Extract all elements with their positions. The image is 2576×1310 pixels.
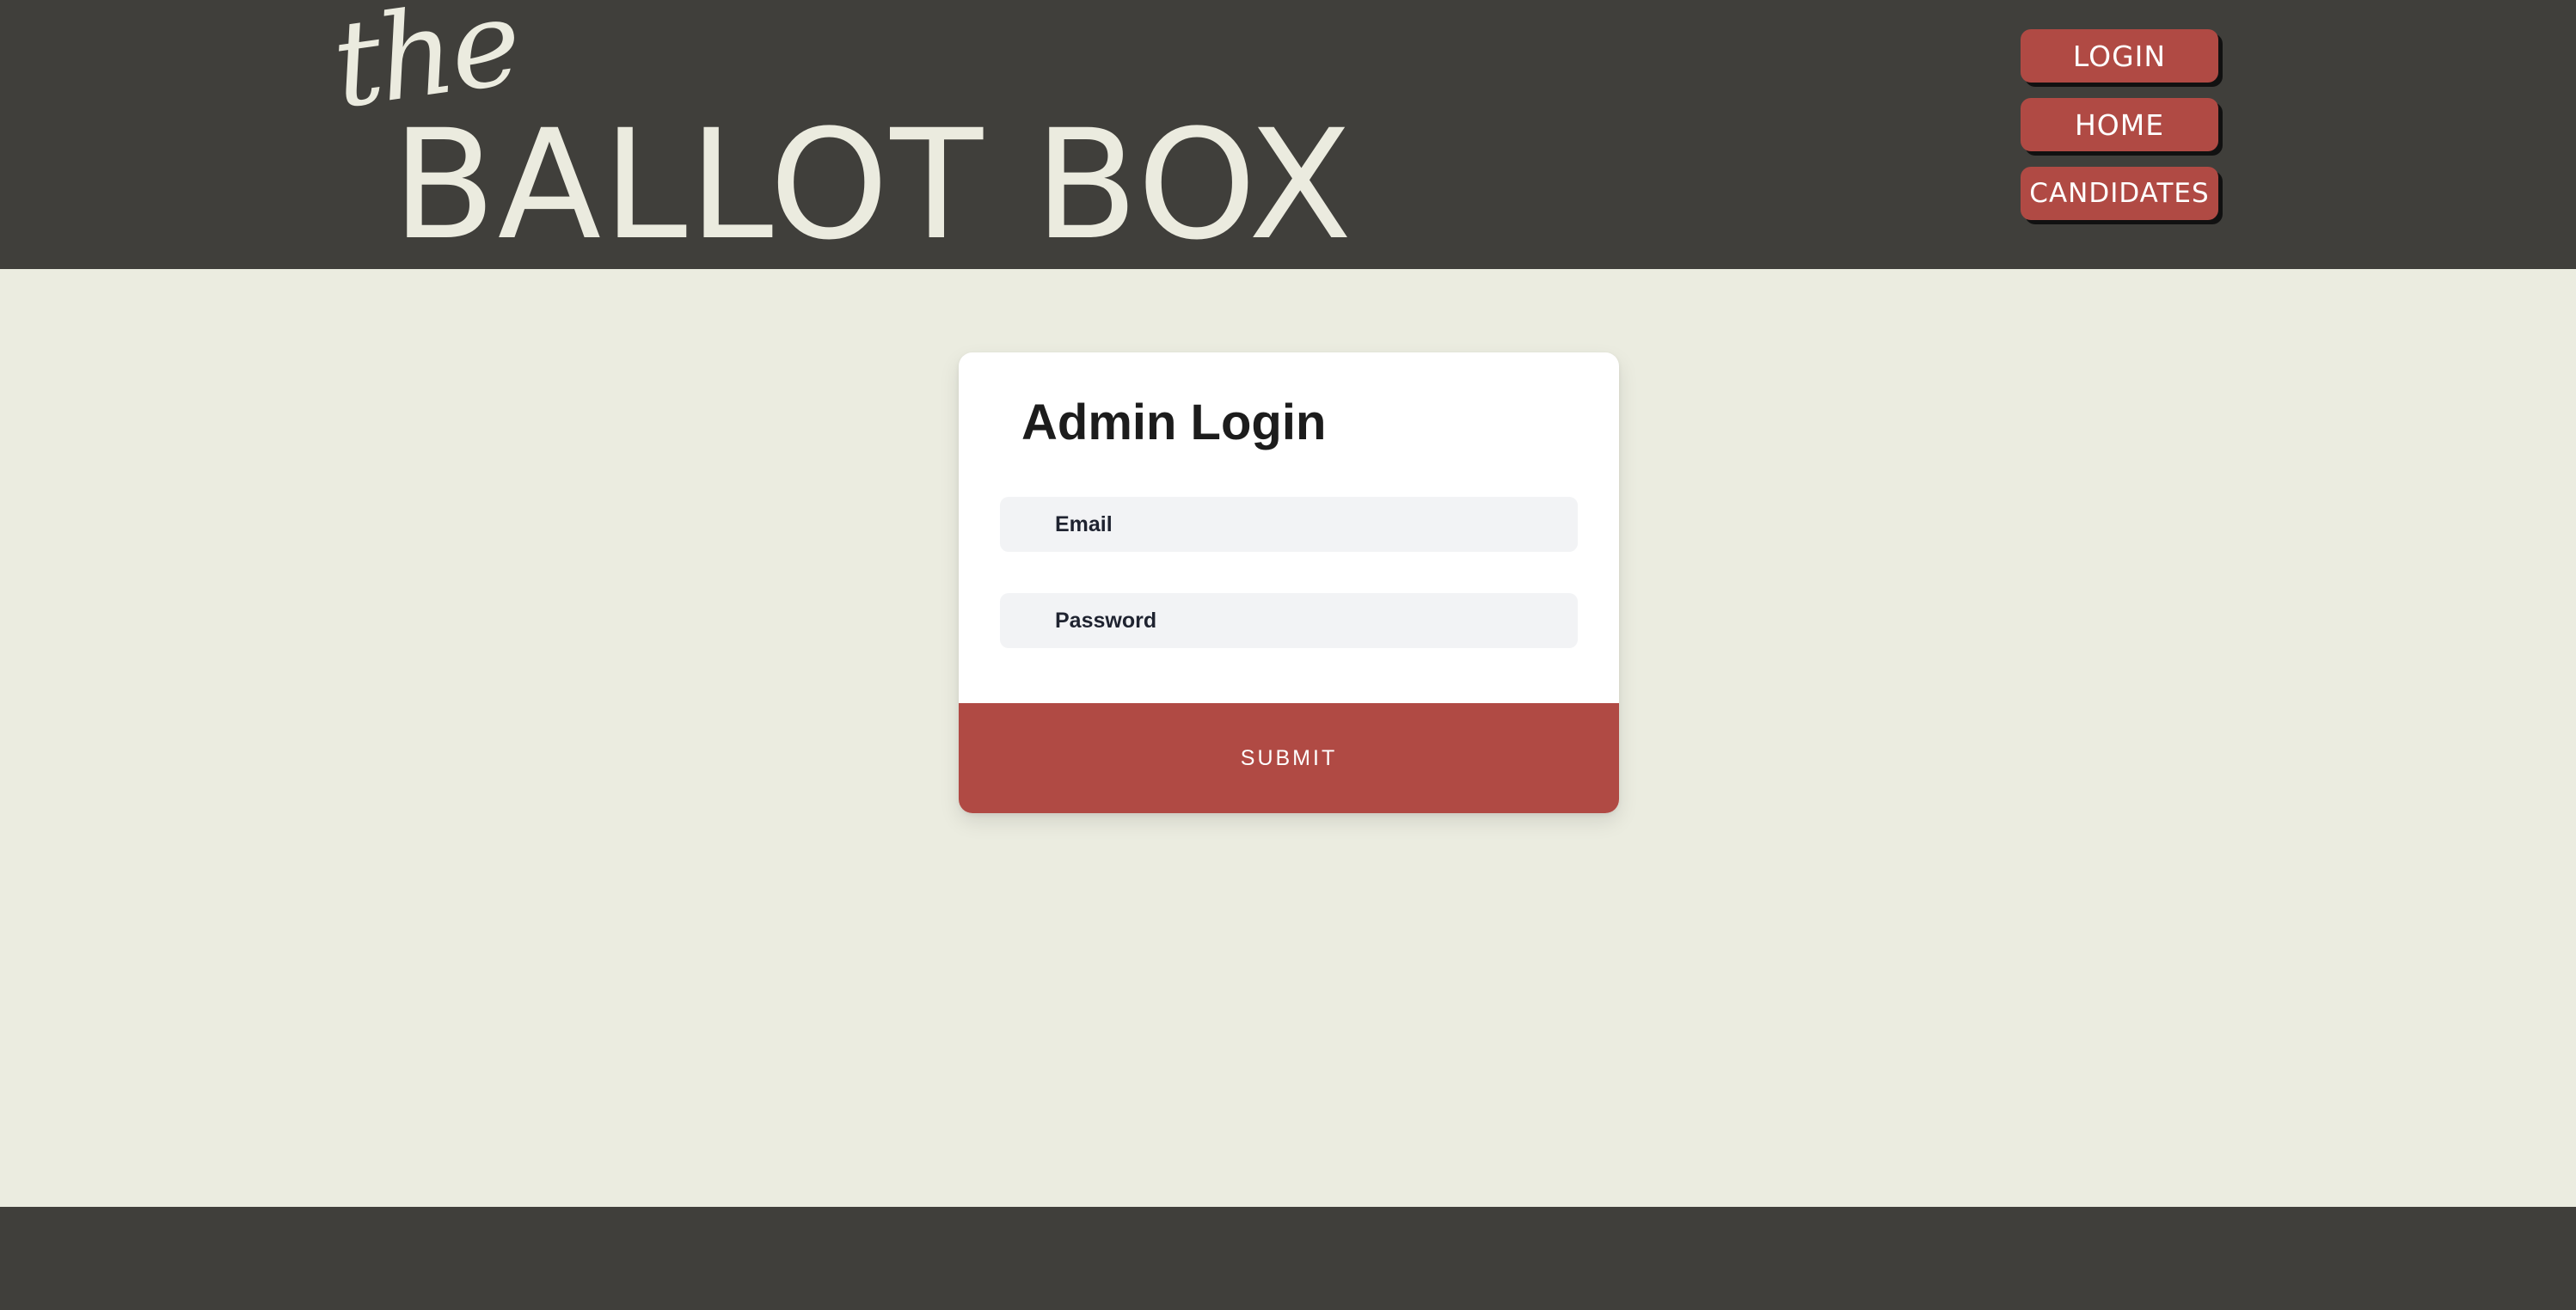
password-field[interactable]: Password (1000, 593, 1578, 648)
nav-login-button[interactable]: LOGIN (2021, 29, 2218, 83)
site-header: the BALLOT BOX LOGIN HOME CANDIDATES (0, 0, 2576, 269)
card-title: Admin Login (1021, 395, 1327, 450)
email-field[interactable]: Email (1000, 497, 1578, 552)
nav-home-button[interactable]: HOME (2021, 98, 2218, 151)
logo-title-text: BALLOT BOX (392, 97, 1354, 273)
site-footer (0, 1207, 2576, 1310)
email-field-label: Email (1055, 511, 1113, 536)
password-field-label: Password (1055, 608, 1157, 633)
nav-candidates-button[interactable]: CANDIDATES (2021, 167, 2218, 220)
submit-button[interactable]: SUBMIT (959, 703, 1619, 813)
admin-login-card: Admin Login Email Password SUBMIT (959, 352, 1619, 813)
